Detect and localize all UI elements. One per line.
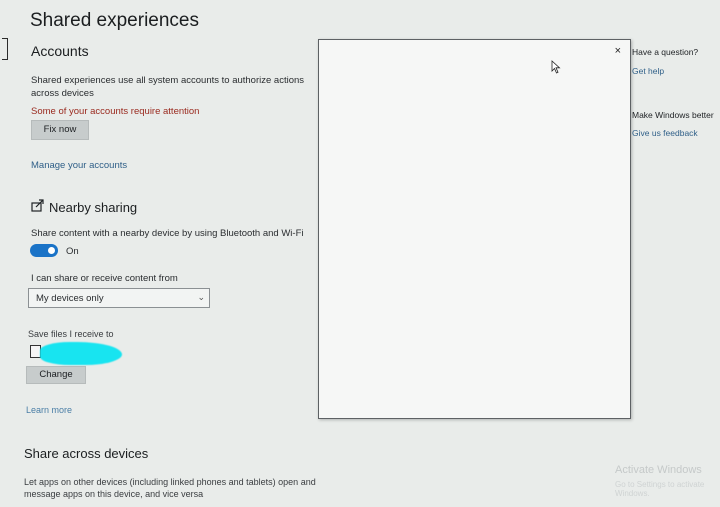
chevron-down-icon: ⌄ xyxy=(197,292,205,302)
settings-page: Shared experiences Accounts Shared exper… xyxy=(0,0,720,507)
close-icon[interactable]: × xyxy=(615,45,621,57)
get-help-link[interactable]: Get help xyxy=(632,66,664,76)
mouse-cursor-icon xyxy=(551,60,561,74)
redacted-path xyxy=(40,342,122,365)
manage-accounts-link[interactable]: Manage your accounts xyxy=(31,160,127,171)
give-feedback-link[interactable]: Give us feedback xyxy=(632,128,698,138)
blank-popup-window: × xyxy=(318,39,631,419)
activate-windows-watermark: Activate Windows xyxy=(615,464,702,476)
share-from-label: I can share or receive content from xyxy=(31,273,178,284)
learn-more-link[interactable]: Learn more xyxy=(26,405,72,415)
toggle-state-label: On xyxy=(66,246,79,257)
accounts-warning: Some of your accounts require attention xyxy=(31,106,200,117)
back-bracket-icon[interactable] xyxy=(2,38,8,60)
nearby-sharing-toggle[interactable] xyxy=(30,244,58,257)
accounts-heading: Accounts xyxy=(31,43,89,59)
share-across-devices-description: Let apps on other devices (including lin… xyxy=(24,477,316,499)
page-title: Shared experiences xyxy=(30,10,199,31)
share-across-devices-heading: Share across devices xyxy=(24,446,149,461)
make-windows-better-heading: Make Windows better xyxy=(632,110,714,120)
accounts-description: Shared experiences use all system accoun… xyxy=(31,75,305,99)
share-from-value: My devices only xyxy=(36,293,104,304)
change-button[interactable]: Change xyxy=(26,366,86,384)
share-icon xyxy=(31,199,44,212)
share-from-dropdown[interactable]: My devices only ⌄ xyxy=(28,288,210,308)
save-files-label: Save files I receive to xyxy=(28,329,114,339)
have-a-question-heading: Have a question? xyxy=(632,47,699,57)
fix-now-button[interactable]: Fix now xyxy=(31,120,89,140)
toggle-knob xyxy=(48,247,55,254)
nearby-sharing-description: Share content with a nearby device by us… xyxy=(31,228,304,239)
activate-windows-subtitle: Go to Settings to activate Windows. xyxy=(615,480,705,498)
nearby-sharing-heading: Nearby sharing xyxy=(49,200,138,215)
